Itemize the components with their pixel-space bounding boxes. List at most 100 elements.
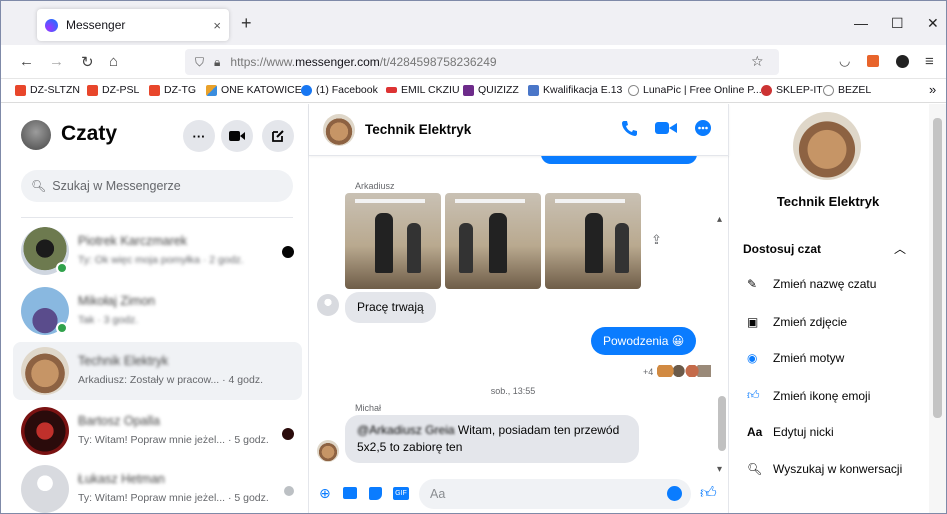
forward-icon[interactable]: → — [49, 53, 64, 70]
gif-icon[interactable]: GIF — [393, 487, 409, 500]
pocket-icon[interactable]: ◡ — [839, 53, 850, 69]
unread-avatar — [282, 428, 294, 440]
seen-by-avatars — [657, 365, 711, 377]
maximize-button[interactable]: ☐ — [891, 15, 904, 32]
home-icon[interactable]: ⌂ — [109, 53, 118, 70]
chat-list-item[interactable]: Mikołaj Zimon Tak · 3 godz. — [13, 282, 302, 340]
message-bubble-outgoing[interactable] — [541, 156, 697, 164]
scrollbar-thumb[interactable] — [718, 396, 726, 451]
thumbs-up-icon[interactable]: 👍︎ — [700, 484, 717, 503]
group-name: Technik Elektryk — [776, 194, 880, 209]
profile-icon[interactable] — [896, 55, 909, 68]
chat-list-item[interactable]: Bartosz Opalla Ty: Witam! Popraw mnie je… — [13, 402, 302, 460]
message-scrollbar[interactable]: ▴ ▾ — [717, 214, 727, 472]
video-camera-icon — [229, 131, 245, 141]
shared-photo[interactable] — [445, 193, 541, 289]
new-message-button[interactable] — [262, 120, 294, 152]
change-photo-item[interactable]: ▣ Zmień zdjęcie — [747, 315, 927, 329]
chat-list-item-selected[interactable]: Technik Elektryk Arkadiusz: Zostały w pr… — [13, 342, 302, 400]
chat-preview: Ty: Ok więc moja pomyłka · 2 godz. — [78, 254, 244, 266]
phone-icon[interactable] — [621, 120, 637, 141]
bookmark-item[interactable]: (1) Facebook — [301, 84, 378, 96]
scroll-down-arrow-icon[interactable]: ▾ — [717, 464, 722, 472]
shared-photo[interactable] — [545, 193, 641, 289]
edit-nicknames-item[interactable]: Aa Edytuj nicki — [747, 425, 927, 439]
video-call-button[interactable] — [221, 120, 253, 152]
extension-icon[interactable] — [867, 55, 879, 67]
chat-list-item[interactable]: Piotrek Karczmarek Ty: Ok więc moja pomy… — [13, 222, 302, 280]
search-input[interactable]: 🔍︎ Szukaj w Messengerze — [21, 170, 293, 202]
video-call-icon[interactable] — [655, 120, 677, 141]
change-emoji-item[interactable]: 👍︎ Zmień ikonę emoji — [747, 388, 927, 403]
menu-icon[interactable]: ≡ — [925, 53, 934, 70]
online-indicator — [56, 262, 68, 274]
scrollbar-thumb[interactable] — [933, 118, 942, 418]
phone-glyph — [622, 121, 637, 136]
close-window-button[interactable]: ✕ — [927, 15, 939, 32]
bookmark-item[interactable]: DZ-TG — [149, 84, 196, 96]
nickname-icon: Aa — [747, 425, 763, 439]
change-theme-item[interactable]: ◉ Zmień motyw — [747, 351, 927, 365]
tab-messenger[interactable]: Messenger × — [37, 9, 229, 41]
conversation-title[interactable]: Technik Elektryk — [365, 122, 471, 137]
search-conversation-item[interactable]: 🔍︎ Wyszukaj w konwersacji — [747, 462, 927, 476]
timestamp-separator: sob., 13:55 — [490, 386, 536, 396]
url-prefix: https://www. — [230, 55, 296, 69]
details-scrollbar[interactable] — [929, 104, 946, 513]
share-icon[interactable]: ⇪ — [651, 232, 662, 248]
messenger-icon — [45, 18, 58, 32]
emoji-icon[interactable] — [667, 486, 682, 501]
plus-icon[interactable]: ⊕ — [319, 485, 331, 502]
bookmark-item[interactable]: DZ-SLTZN — [15, 84, 80, 96]
item-label: Wyszukaj w konwersacji — [773, 462, 903, 476]
bookmark-item[interactable]: QUIZIZZ — [463, 84, 519, 96]
reload-icon[interactable]: ↻ — [81, 53, 94, 71]
message-list: Arkadiusz ⇪ Pracę trwają Powodzenia 😀 +4… — [309, 156, 729, 472]
group-avatar[interactable] — [793, 112, 861, 180]
image-icon[interactable] — [343, 487, 357, 499]
conversation-details-panel: Technik Elektryk Dostosuj czat ︿ ✎ Zmień … — [729, 104, 946, 513]
bookmark-item[interactable]: ONE KATOWICE — [206, 84, 302, 96]
minimize-button[interactable]: — — [854, 15, 868, 31]
chat-list-item[interactable]: Łukasz Hetman Ty: Witam! Popraw mnie jeż… — [13, 460, 302, 513]
message-bubble-incoming[interactable]: @Arkadiusz Greia Witam, posiadam ten prz… — [345, 415, 639, 463]
chat-name: Bartosz Opalla — [78, 414, 160, 428]
conversation-info-icon[interactable] — [695, 120, 711, 141]
shared-photo[interactable] — [345, 193, 441, 289]
options-button[interactable]: ··· — [183, 120, 215, 152]
chevron-up-icon[interactable]: ︿ — [894, 240, 906, 257]
item-label: Zmień motyw — [773, 351, 845, 365]
conversation-panel: Technik Elektryk Arkadiusz ⇪ Pracę trwaj… — [309, 104, 729, 513]
search-icon: 🔍︎ — [31, 179, 47, 193]
rename-chat-item[interactable]: ✎ Zmień nazwę czatu — [747, 277, 927, 291]
conversation-avatar[interactable] — [323, 114, 355, 146]
bookmark-item[interactable]: EMIL CKZIU — [386, 84, 460, 96]
tab-close-button[interactable]: × — [213, 18, 221, 33]
chat-preview: Ty: Witam! Popraw mnie jeżel... · 5 godz… — [78, 492, 269, 504]
bookmark-item[interactable]: LunaPic | Free Online P... — [628, 84, 762, 96]
sender-avatar — [317, 294, 339, 316]
message-sender: Arkadiusz — [355, 181, 395, 191]
scroll-up-arrow-icon[interactable]: ▴ — [717, 214, 722, 225]
my-avatar[interactable] — [21, 120, 51, 150]
shield-icon: ⛉ — [195, 54, 205, 69]
chat-name: Łukasz Hetman — [78, 472, 165, 486]
chat-preview: Arkadiusz: Zostały w pracow... · 4 godz. — [78, 374, 263, 386]
bookmarks-overflow-button[interactable]: » — [929, 82, 936, 97]
customize-section-header[interactable]: Dostosuj czat — [743, 242, 821, 256]
bookmark-star-icon[interactable]: ☆ — [751, 53, 764, 70]
message-bubble-outgoing[interactable]: Powodzenia 😀 — [591, 327, 697, 355]
bookmark-item[interactable]: BEZEL — [823, 84, 871, 96]
item-label: Zmień zdjęcie — [773, 315, 848, 329]
message-input[interactable]: Aa — [419, 479, 691, 509]
new-tab-button[interactable]: + — [241, 13, 252, 34]
sticker-icon[interactable] — [369, 487, 382, 500]
bookmark-item[interactable]: SKLEP-IT — [761, 84, 823, 96]
address-bar[interactable]: ⛉ 🔒︎ https://www. messenger.com/t/4284598… — [185, 49, 779, 75]
message-bubble-incoming[interactable]: Pracę trwają — [345, 292, 436, 323]
bookmark-item[interactable]: DZ-PSL — [87, 84, 139, 96]
back-icon[interactable]: ← — [19, 53, 34, 70]
mention[interactable]: @Arkadiusz Greia — [357, 423, 455, 437]
bookmark-item[interactable]: Kwalifikacja E.13 — [528, 84, 622, 96]
read-receipts-count: +4 — [643, 367, 654, 377]
